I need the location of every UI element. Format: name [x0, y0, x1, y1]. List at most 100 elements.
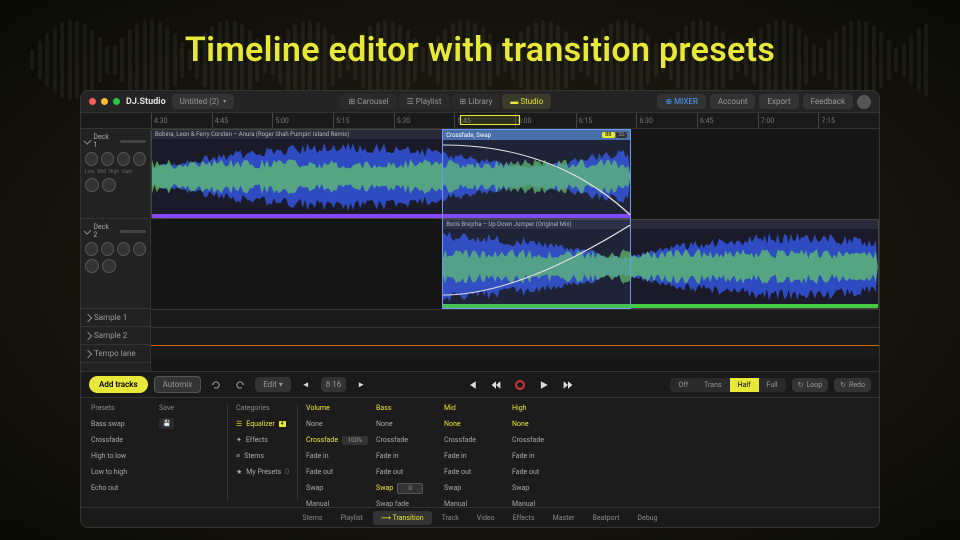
collapse-icon[interactable]	[84, 313, 92, 321]
knob-mid[interactable]	[101, 242, 114, 256]
volume-slider[interactable]	[120, 140, 146, 143]
zoom-half[interactable]: Half	[730, 378, 759, 392]
opt-swap[interactable]: Swap	[376, 482, 393, 494]
sample-1-header[interactable]: Sample 1	[81, 309, 150, 327]
zoom-trans[interactable]: Trans	[696, 378, 729, 392]
bottom-tab-debug[interactable]: Debug	[629, 511, 665, 525]
opt-fadeout[interactable]: Fade out	[444, 466, 504, 478]
close-icon[interactable]	[89, 98, 96, 105]
preset-item[interactable]: Bass swap	[91, 418, 151, 430]
tab-library[interactable]: ⊞ Library	[452, 94, 501, 109]
bottom-tab-track[interactable]: Track	[434, 511, 467, 525]
knob-gain[interactable]	[133, 152, 146, 166]
tab-playlist[interactable]: ☰ Playlist	[399, 94, 450, 109]
cat-stems[interactable]: ≡ Stems	[236, 450, 289, 462]
knob-high[interactable]	[117, 152, 130, 166]
opt-fadein[interactable]: Fade in	[376, 450, 436, 462]
add-tracks-button[interactable]: Add tracks	[89, 376, 148, 393]
opt-fadein[interactable]: Fade in	[306, 450, 368, 462]
cat-effects[interactable]: ✦ Effects	[236, 434, 289, 446]
tab-carousel[interactable]: ⊞ Carousel	[340, 94, 396, 109]
zoom-full[interactable]: Full	[759, 378, 786, 392]
sample-2-header[interactable]: Sample 2	[81, 327, 150, 345]
snap-left-icon[interactable]: ◄	[297, 376, 315, 394]
transition-mode-toggle[interactable]: BBSS	[602, 132, 627, 138]
minimize-icon[interactable]	[101, 98, 108, 105]
bottom-tab-stems[interactable]: Stems	[295, 511, 331, 525]
time-ruler[interactable]: 4:30 4:45 5:00 5:15 5:30 5:45 6:00 6:15 …	[81, 113, 879, 129]
knob-a[interactable]	[85, 259, 99, 273]
opt-crossfade[interactable]: Crossfade	[512, 434, 572, 446]
opt-fadeout[interactable]: Fade out	[376, 466, 436, 478]
opt-fadeout[interactable]: Fade out	[512, 466, 572, 478]
opt-none[interactable]: None	[376, 418, 436, 430]
zoom-off[interactable]: Off	[670, 378, 696, 392]
opt-swap[interactable]: Swap	[444, 482, 504, 494]
crossfade-value[interactable]: 100%	[342, 436, 368, 445]
cat-equalizer[interactable]: ☰ Equalizer 4	[236, 418, 289, 430]
opt-none[interactable]: None	[306, 418, 368, 430]
feedback-button[interactable]: Feedback	[803, 94, 853, 109]
redo-icon[interactable]	[231, 376, 249, 394]
preset-item[interactable]: High to low	[91, 450, 151, 462]
timeline-canvas[interactable]: Bobina, Leon & Ferry Corsten – Anura (Ro…	[151, 129, 879, 371]
preset-item[interactable]: Echo out	[91, 482, 151, 494]
bottom-tab-transition[interactable]: ⟿ Transition	[373, 511, 432, 525]
tempo-lane[interactable]	[151, 345, 879, 357]
overview-viewport[interactable]	[460, 115, 520, 125]
bottom-tab-master[interactable]: Master	[545, 511, 583, 525]
opt-swap[interactable]: Swap	[306, 482, 368, 494]
avatar[interactable]	[857, 95, 871, 109]
collapse-icon[interactable]	[84, 331, 92, 339]
expand-icon[interactable]	[84, 227, 92, 235]
project-dropdown[interactable]: Untitled (2) ▾	[172, 94, 235, 109]
opt-crossfade[interactable]: Crossfade	[376, 434, 436, 446]
zoom-segment[interactable]: Off Trans Half Full	[670, 378, 785, 392]
loop-button[interactable]: ↻ Loop	[792, 378, 829, 392]
knob-gain[interactable]	[133, 242, 146, 256]
opt-fadeout[interactable]: Fade out	[306, 466, 368, 478]
preset-item[interactable]: Crossfade	[91, 434, 151, 446]
bottom-tab-playlist[interactable]: Playlist	[332, 511, 371, 525]
knob-high[interactable]	[117, 242, 130, 256]
bottom-tab-effects[interactable]: Effects	[505, 511, 543, 525]
cat-my-presets[interactable]: ★ My Presets 0	[236, 466, 289, 478]
automix-button[interactable]: Automix	[154, 376, 202, 393]
volume-slider[interactable]	[120, 230, 146, 233]
opt-crossfade[interactable]: Crossfade	[444, 434, 504, 446]
knob-a[interactable]	[85, 178, 99, 192]
opt-none[interactable]: None	[512, 418, 572, 430]
sample-1-lane[interactable]	[151, 309, 879, 327]
knob-low[interactable]	[85, 152, 98, 166]
snap-bars-button[interactable]: 8 16	[321, 377, 346, 392]
bottom-tab-video[interactable]: Video	[469, 511, 503, 525]
knob-b[interactable]	[102, 178, 116, 192]
knob-mid[interactable]	[101, 152, 114, 166]
expand-icon[interactable]	[84, 137, 92, 145]
sample-2-lane[interactable]	[151, 327, 879, 345]
snap-right-icon[interactable]: ►	[352, 376, 370, 394]
preset-item[interactable]: Low to high	[91, 466, 151, 478]
deck-2-header[interactable]: Deck 2	[81, 219, 150, 309]
transition-header[interactable]: Crossfade, Swap BBSS	[443, 130, 630, 140]
bottom-tab-beatport[interactable]: Beatport	[584, 511, 627, 525]
swap-value[interactable]: 0	[397, 483, 423, 494]
edit-dropdown[interactable]: Edit ▾	[255, 377, 291, 392]
export-button[interactable]: Export	[759, 94, 798, 109]
opt-fadein[interactable]: Fade in	[444, 450, 504, 462]
forward-icon[interactable]	[559, 376, 577, 394]
account-button[interactable]: Account	[710, 94, 756, 109]
opt-none[interactable]: None	[444, 418, 504, 430]
rewind-icon[interactable]	[487, 376, 505, 394]
knob-low[interactable]	[85, 242, 98, 256]
mixer-button[interactable]: ⊕ MIXER	[657, 94, 705, 109]
transition-region[interactable]: Crossfade, Swap BBSS	[442, 129, 631, 309]
go-start-icon[interactable]	[463, 376, 481, 394]
deck-1-header[interactable]: Deck 1 LowMidHighGain	[81, 129, 150, 219]
redo-action-button[interactable]: ↻ Redo	[834, 378, 871, 392]
opt-fadein[interactable]: Fade in	[512, 450, 572, 462]
tab-studio[interactable]: ▬ Studio	[502, 94, 551, 109]
opt-swap[interactable]: Swap	[512, 482, 572, 494]
save-preset-button[interactable]: 💾	[159, 418, 174, 429]
knob-b[interactable]	[102, 259, 116, 273]
